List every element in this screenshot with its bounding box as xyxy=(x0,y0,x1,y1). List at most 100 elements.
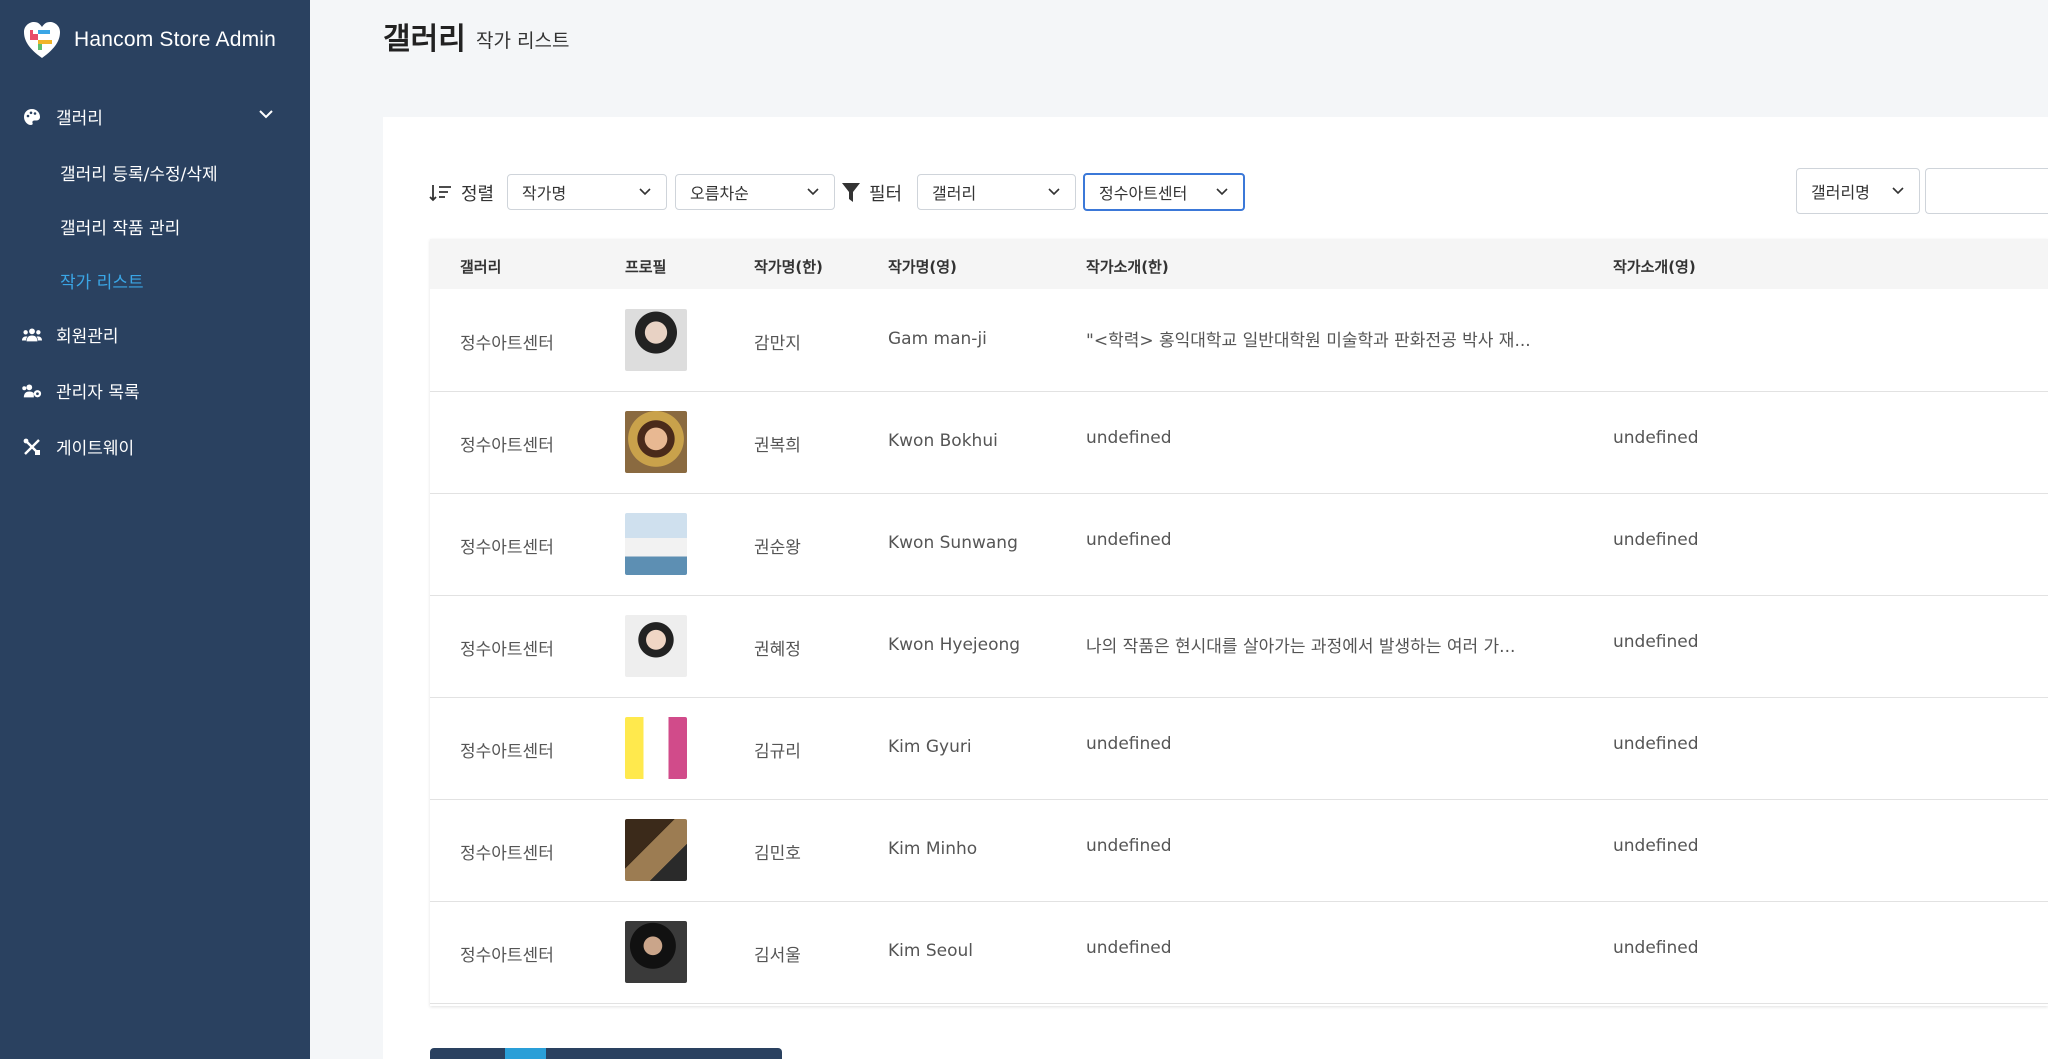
users-cog-icon xyxy=(22,381,42,401)
avatar xyxy=(625,411,687,473)
cell-intro-en: undefined xyxy=(1613,734,1699,754)
table-row[interactable]: 정수아트센터 권복희 Kwon Bokhui undefined undefined xyxy=(430,391,2048,494)
table-row[interactable]: 정수아트센터 김민호 Kim Minho undefined undefined xyxy=(430,799,2048,902)
cell-name-ko: 권순왕 xyxy=(754,538,801,558)
nav-gateway[interactable]: 게이트웨이 xyxy=(22,434,134,459)
cell-gallery: 정수아트센터 xyxy=(460,436,554,456)
avatar xyxy=(625,717,687,779)
cell-name-ko: 권혜정 xyxy=(754,640,801,660)
pagination-active-page[interactable] xyxy=(505,1048,546,1059)
app-name: Hancom Store Admin xyxy=(74,28,277,51)
cell-name-en: Kim Seoul xyxy=(888,941,973,961)
artist-table: 갤러리 프로필 작가명(한) 작가명(영) 작가소개(한) 작가소개(영) 정수… xyxy=(430,239,2048,1006)
search-input[interactable] xyxy=(1925,168,2048,214)
cell-gallery: 정수아트센터 xyxy=(460,844,554,864)
table-header: 갤러리 프로필 작가명(한) 작가명(영) 작가소개(한) 작가소개(영) xyxy=(430,239,2048,289)
cell-name-ko: 김규리 xyxy=(754,742,801,762)
chevron-down-icon xyxy=(807,188,819,196)
cell-intro-en: undefined xyxy=(1613,530,1699,550)
cell-intro-ko: undefined xyxy=(1086,428,1172,448)
cell-gallery: 정수아트센터 xyxy=(460,742,554,762)
cell-name-en: Kim Minho xyxy=(888,839,978,859)
cell-gallery: 정수아트센터 xyxy=(460,640,554,660)
users-icon xyxy=(22,325,42,345)
search-field-select[interactable]: 갤러리명 xyxy=(1796,168,1920,214)
filter-value-text: 정수아트센터 xyxy=(1099,184,1188,203)
table-row[interactable]: 정수아트센터 권혜정 Kwon Hyejeong 나의 작품은 현시대를 살아가는 과… xyxy=(430,595,2048,698)
cell-name-en: Kwon Bokhui xyxy=(888,431,998,451)
nav-gallery-label: 갤러리 xyxy=(56,109,103,129)
tools-icon xyxy=(22,437,42,457)
filter-value-select[interactable]: 정수아트센터 xyxy=(1083,173,1245,211)
chevron-down-icon xyxy=(1892,187,1904,195)
cell-intro-en: undefined xyxy=(1613,836,1699,856)
filter-icon xyxy=(842,183,860,202)
avatar xyxy=(625,513,687,575)
cell-gallery: 정수아트센터 xyxy=(460,946,554,966)
cell-intro-en: undefined xyxy=(1613,632,1699,652)
cell-intro-ko: 나의 작품은 현시대를 살아가는 과정에서 발생하는 여러 가... xyxy=(1086,637,1516,657)
chevron-down-icon[interactable] xyxy=(258,106,274,122)
avatar xyxy=(625,819,687,881)
cell-intro-ko: undefined xyxy=(1086,836,1172,856)
cell-intro-ko: undefined xyxy=(1086,530,1172,550)
cell-intro-en: undefined xyxy=(1613,428,1699,448)
header-name-en[interactable]: 작가명(영) xyxy=(888,256,957,277)
filter-control: 필터 xyxy=(841,180,902,206)
nav-gallery-artworks[interactable]: 갤러리 작품 관리 xyxy=(60,214,180,239)
sort-label: 정렬 xyxy=(461,184,495,205)
table-row[interactable]: 정수아트센터 권순왕 Kwon Sunwang undefined undefined xyxy=(430,493,2048,596)
header-intro-ko[interactable]: 작가소개(한) xyxy=(1086,256,1169,277)
nav-gallery[interactable]: 갤러리 xyxy=(22,104,273,129)
page-title: 갤러리 xyxy=(383,22,466,57)
search-field-value: 갤러리명 xyxy=(1811,183,1870,202)
nav-members[interactable]: 회원관리 xyxy=(22,322,119,347)
nav-gateway-label: 게이트웨이 xyxy=(56,439,135,459)
sort-order-value: 오름차순 xyxy=(690,184,749,203)
sidebar: Hancom Store Admin 갤러리 갤러리 등록/수정/삭제 갤러리 … xyxy=(0,0,310,1059)
cell-name-ko: 권복희 xyxy=(754,436,801,456)
pagination xyxy=(430,1048,782,1059)
header-profile[interactable]: 프로필 xyxy=(625,256,666,277)
chevron-down-icon xyxy=(1216,188,1228,196)
brand[interactable]: Hancom Store Admin xyxy=(22,20,276,60)
header-name-ko[interactable]: 작가명(한) xyxy=(754,256,823,277)
header-gallery[interactable]: 갤러리 xyxy=(460,256,501,277)
table-row[interactable]: 정수아트센터 김규리 Kim Gyuri undefined undefined xyxy=(430,697,2048,800)
cell-name-en: Kwon Hyejeong xyxy=(888,635,1021,655)
cell-intro-ko: undefined xyxy=(1086,938,1172,958)
nav-admins-label: 관리자 목록 xyxy=(56,383,140,403)
filter-field-value: 갤러리 xyxy=(932,184,977,203)
cell-name-ko: 김민호 xyxy=(754,844,801,864)
cell-gallery: 정수아트센터 xyxy=(460,334,554,354)
chevron-down-icon xyxy=(1048,188,1060,196)
sort-field-select[interactable]: 작가명 xyxy=(507,174,667,210)
hancom-logo-icon xyxy=(24,22,60,58)
table-row[interactable]: 정수아트센터 감만지 Gam man-ji "<학력> 홍익대학교 일반대학원 미술학… xyxy=(430,289,2048,392)
nav-members-label: 회원관리 xyxy=(56,327,119,347)
sort-control: 정렬 xyxy=(429,180,494,206)
cell-name-ko: 김서울 xyxy=(754,946,801,966)
header-intro-en[interactable]: 작가소개(영) xyxy=(1613,256,1696,277)
avatar xyxy=(625,309,687,371)
avatar xyxy=(625,615,687,677)
cell-name-en: Kwon Sunwang xyxy=(888,533,1018,553)
cell-intro-ko: "<학력> 홍익대학교 일반대학원 미술학과 판화전공 박사 재... xyxy=(1086,331,1531,351)
cell-intro-ko: undefined xyxy=(1086,734,1172,754)
cell-name-en: Kim Gyuri xyxy=(888,737,972,757)
nav-artist-list[interactable]: 작가 리스트 xyxy=(60,268,144,293)
chevron-down-icon xyxy=(639,188,651,196)
palette-icon xyxy=(22,107,42,127)
nav-gallery-edit[interactable]: 갤러리 등록/수정/삭제 xyxy=(60,160,218,185)
cell-name-en: Gam man-ji xyxy=(888,329,987,349)
cell-gallery: 정수아트센터 xyxy=(460,538,554,558)
avatar xyxy=(625,921,687,983)
sort-icon xyxy=(429,185,451,202)
nav-admins[interactable]: 관리자 목록 xyxy=(22,378,140,403)
filter-field-select[interactable]: 갤러리 xyxy=(917,174,1076,210)
page-subtitle: 작가 리스트 xyxy=(476,30,570,52)
table-row[interactable]: 정수아트센터 김서울 Kim Seoul undefined undefined xyxy=(430,901,2048,1004)
sort-order-select[interactable]: 오름차순 xyxy=(675,174,835,210)
cell-intro-en: undefined xyxy=(1613,938,1699,958)
filter-label: 필터 xyxy=(869,184,903,205)
